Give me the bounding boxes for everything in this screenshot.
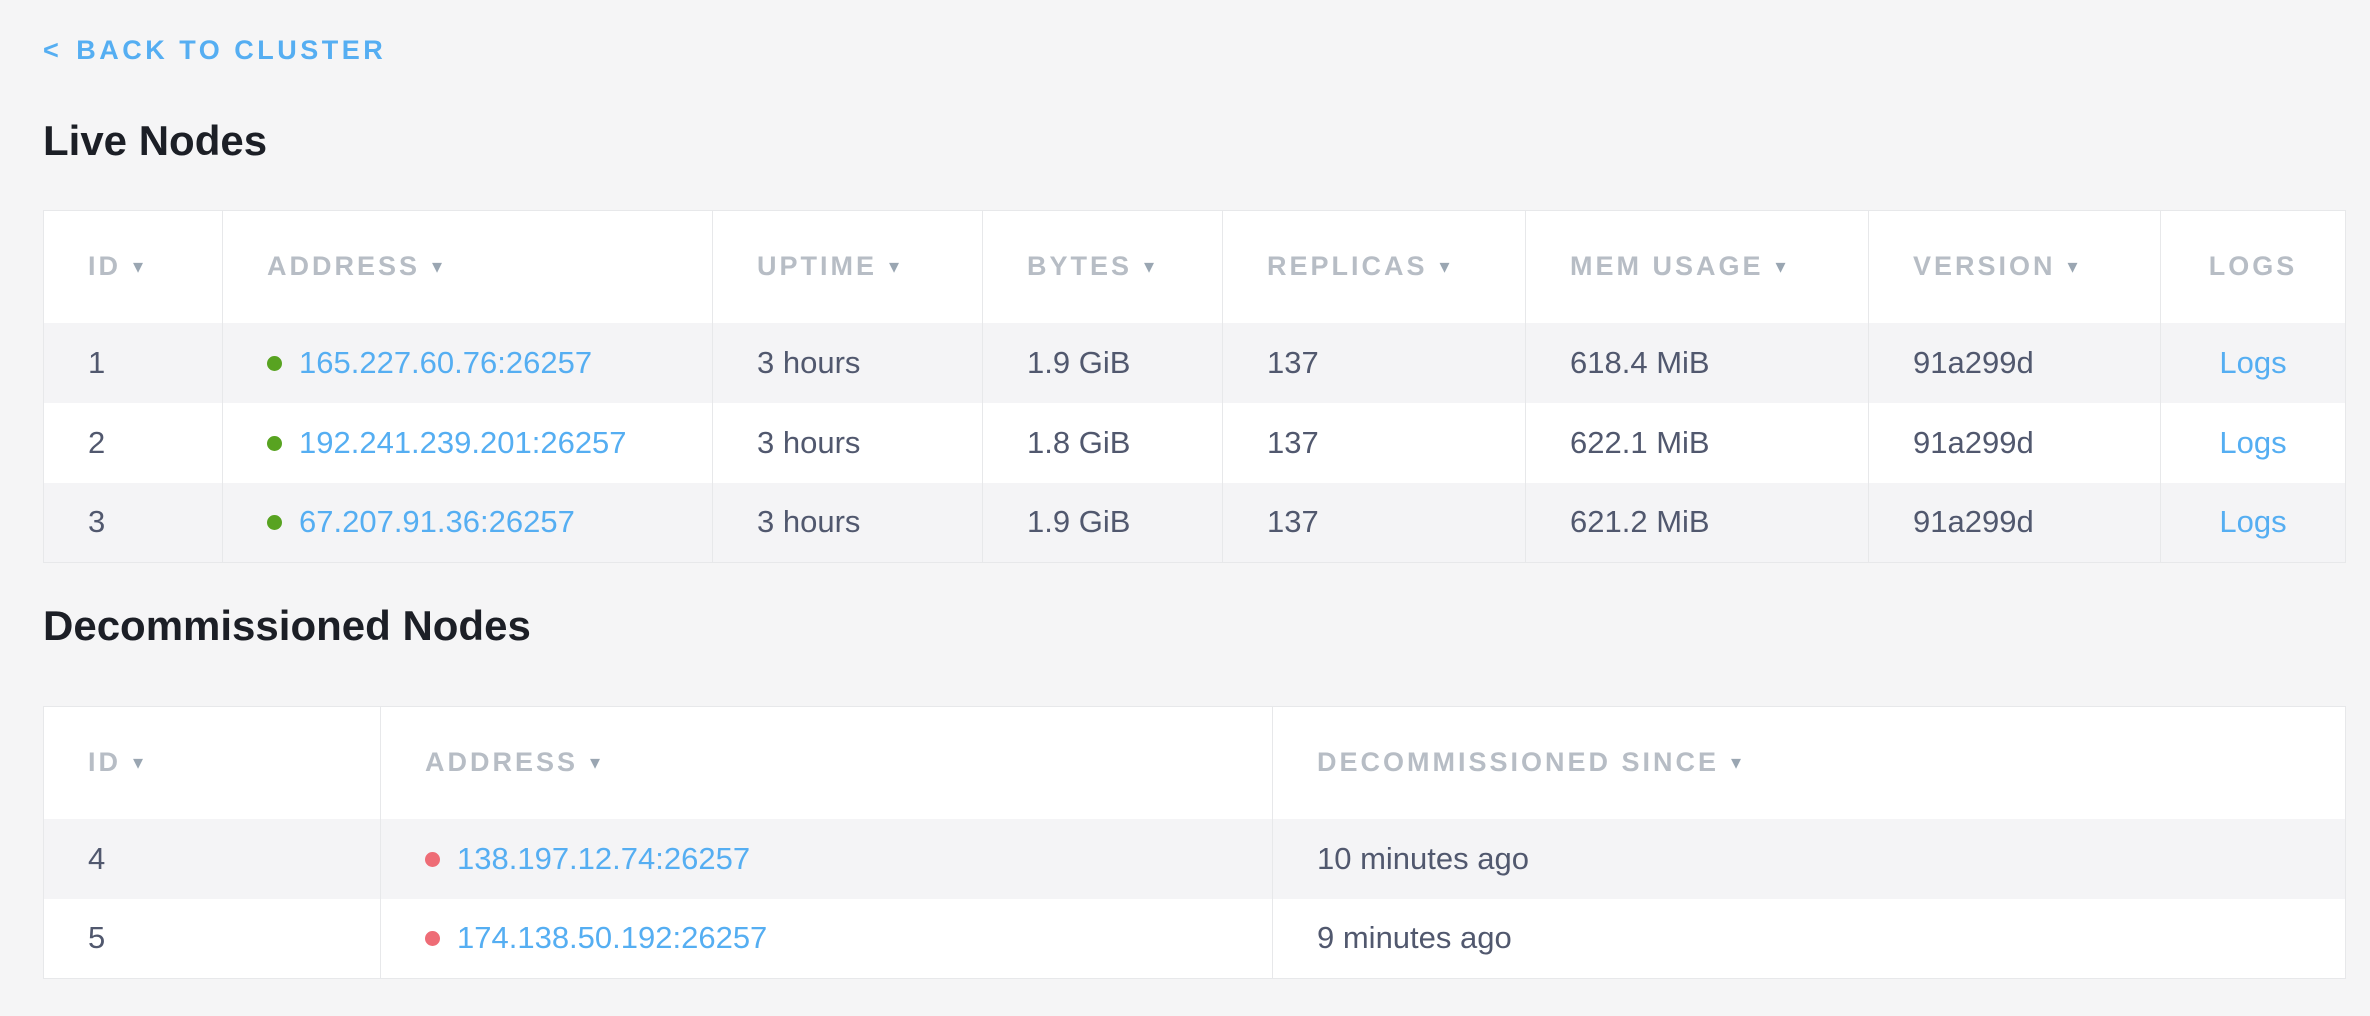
uptime-cell: 3 hours xyxy=(713,323,983,403)
column-header-logs: LOGS xyxy=(2161,211,2346,323)
node-address-cell: 165.227.60.76:26257 xyxy=(223,323,713,403)
column-header-label: ADDRESS xyxy=(425,747,578,777)
decommissioned-nodes-title: Decommissioned Nodes xyxy=(43,603,2345,649)
version-cell: 91a299d xyxy=(1869,403,2161,483)
column-header-label: ID xyxy=(88,251,121,281)
column-header-label: REPLICAS xyxy=(1267,251,1428,281)
node-address-link[interactable]: 192.241.239.201:26257 xyxy=(299,425,627,460)
node-address-cell: 174.138.50.192:26257 xyxy=(381,899,1273,979)
logs-cell: Logs xyxy=(2161,323,2346,403)
column-header-label: DECOMMISSIONED SINCE xyxy=(1317,747,1719,777)
node-id-cell: 2 xyxy=(44,403,223,483)
replicas-cell: 137 xyxy=(1223,323,1526,403)
column-header-version[interactable]: VERSION ▾ xyxy=(1869,211,2161,323)
column-header-label: ADDRESS xyxy=(267,251,420,281)
sort-arrow-icon: ▾ xyxy=(432,254,445,278)
replicas-cell: 137 xyxy=(1223,483,1526,563)
column-header-label: MEM USAGE xyxy=(1570,251,1764,281)
bytes-cell: 1.9 GiB xyxy=(983,323,1223,403)
node-address-link[interactable]: 174.138.50.192:26257 xyxy=(457,920,767,955)
sort-arrow-icon: ▾ xyxy=(1776,254,1789,278)
table-row: 2 192.241.239.201:26257 3 hours 1.8 GiB … xyxy=(44,403,2346,483)
table-row: 3 67.207.91.36:26257 3 hours 1.9 GiB 137… xyxy=(44,483,2346,563)
table-row: 5 174.138.50.192:26257 9 minutes ago xyxy=(44,899,2346,979)
column-header-decommissioned-since[interactable]: DECOMMISSIONED SINCE ▾ xyxy=(1273,707,2346,819)
live-nodes-table: ID ▾ ADDRESS ▾ UPTIME ▾ BYTES ▾ REPLICAS ▾ ME… xyxy=(43,210,2346,563)
node-address-link[interactable]: 165.227.60.76:26257 xyxy=(299,345,592,380)
column-header-mem-usage[interactable]: MEM USAGE ▾ xyxy=(1526,211,1869,323)
node-address-cell: 138.197.12.74:26257 xyxy=(381,819,1273,899)
version-cell: 91a299d xyxy=(1869,483,2161,563)
bytes-cell: 1.9 GiB xyxy=(983,483,1223,563)
back-link-label: BACK TO CLUSTER xyxy=(76,34,386,66)
mem-usage-cell: 622.1 MiB xyxy=(1526,403,1869,483)
column-header-id[interactable]: ID ▾ xyxy=(44,707,381,819)
logs-link[interactable]: Logs xyxy=(2219,425,2286,460)
sort-arrow-icon: ▾ xyxy=(1144,254,1157,278)
node-address-link[interactable]: 138.197.12.74:26257 xyxy=(457,841,750,876)
column-header-id[interactable]: ID ▾ xyxy=(44,211,223,323)
live-status-icon xyxy=(267,356,282,371)
node-id-cell: 3 xyxy=(44,483,223,563)
live-nodes-header-row: ID ▾ ADDRESS ▾ UPTIME ▾ BYTES ▾ REPLICAS ▾ ME… xyxy=(44,211,2346,323)
back-chevron-icon: < xyxy=(43,34,62,66)
sort-arrow-icon: ▾ xyxy=(590,750,603,774)
decommissioned-nodes-header-row: ID ▾ ADDRESS ▾ DECOMMISSIONED SINCE ▾ xyxy=(44,707,2346,819)
node-address-cell: 67.207.91.36:26257 xyxy=(223,483,713,563)
node-id-cell: 5 xyxy=(44,899,381,979)
table-row: 1 165.227.60.76:26257 3 hours 1.9 GiB 13… xyxy=(44,323,2346,403)
decommissioned-nodes-table: ID ▾ ADDRESS ▾ DECOMMISSIONED SINCE ▾ 4 138… xyxy=(43,706,2346,979)
logs-cell: Logs xyxy=(2161,403,2346,483)
decommissioned-status-icon xyxy=(425,852,440,867)
sort-arrow-icon: ▾ xyxy=(133,254,146,278)
logs-link[interactable]: Logs xyxy=(2219,345,2286,380)
replicas-cell: 137 xyxy=(1223,403,1526,483)
version-cell: 91a299d xyxy=(1869,323,2161,403)
decommissioned-status-icon xyxy=(425,931,440,946)
column-header-replicas[interactable]: REPLICAS ▾ xyxy=(1223,211,1526,323)
mem-usage-cell: 618.4 MiB xyxy=(1526,323,1869,403)
decommissioned-since-cell: 9 minutes ago xyxy=(1273,899,2346,979)
sort-arrow-icon: ▾ xyxy=(1731,750,1744,774)
bytes-cell: 1.8 GiB xyxy=(983,403,1223,483)
column-header-uptime[interactable]: UPTIME ▾ xyxy=(713,211,983,323)
uptime-cell: 3 hours xyxy=(713,403,983,483)
node-address-link[interactable]: 67.207.91.36:26257 xyxy=(299,504,575,539)
column-header-bytes[interactable]: BYTES ▾ xyxy=(983,211,1223,323)
node-id-cell: 4 xyxy=(44,819,381,899)
decommissioned-since-cell: 10 minutes ago xyxy=(1273,819,2346,899)
live-nodes-title: Live Nodes xyxy=(43,118,2345,164)
sort-arrow-icon: ▾ xyxy=(2068,254,2081,278)
mem-usage-cell: 621.2 MiB xyxy=(1526,483,1869,563)
live-status-icon xyxy=(267,436,282,451)
uptime-cell: 3 hours xyxy=(713,483,983,563)
live-status-icon xyxy=(267,515,282,530)
back-to-cluster-link[interactable]: < BACK TO CLUSTER xyxy=(43,34,386,66)
column-header-address[interactable]: ADDRESS ▾ xyxy=(381,707,1273,819)
column-header-label: ID xyxy=(88,747,121,777)
column-header-label: UPTIME xyxy=(757,251,877,281)
table-row: 4 138.197.12.74:26257 10 minutes ago xyxy=(44,819,2346,899)
page-content: < BACK TO CLUSTER Live Nodes ID ▾ ADDRESS… xyxy=(0,0,2370,979)
sort-arrow-icon: ▾ xyxy=(1440,254,1453,278)
column-header-address[interactable]: ADDRESS ▾ xyxy=(223,211,713,323)
node-address-cell: 192.241.239.201:26257 xyxy=(223,403,713,483)
sort-arrow-icon: ▾ xyxy=(133,750,146,774)
column-header-label: VERSION xyxy=(1913,251,2056,281)
sort-arrow-icon: ▾ xyxy=(889,254,902,278)
column-header-label: LOGS xyxy=(2209,251,2298,281)
column-header-label: BYTES xyxy=(1027,251,1132,281)
logs-cell: Logs xyxy=(2161,483,2346,563)
logs-link[interactable]: Logs xyxy=(2219,504,2286,539)
node-id-cell: 1 xyxy=(44,323,223,403)
